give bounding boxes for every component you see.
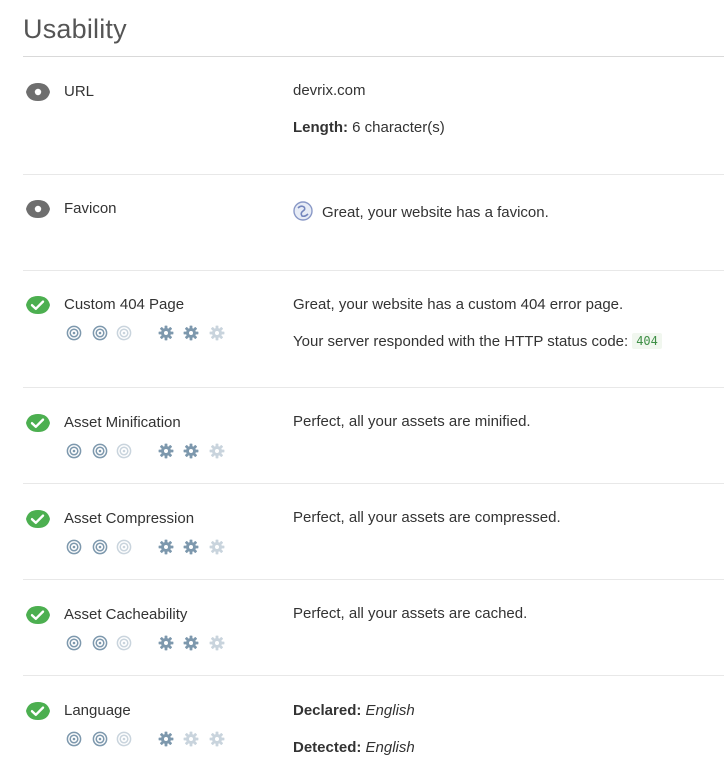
target-icon (66, 635, 82, 651)
language-detected: Detected: English (293, 739, 415, 756)
minification-value: Perfect, all your assets are minified. (293, 413, 531, 430)
row-url: URL devrix.com Length: 6 character(s) (23, 57, 724, 175)
row-label: Favicon (64, 200, 117, 217)
row-label: Asset Minification (64, 414, 181, 431)
cacheability-value: Perfect, all your assets are cached. (293, 605, 527, 622)
row-asset-minification: Asset Minification Perfect, all your ass… (23, 388, 724, 484)
target-icon (66, 443, 82, 459)
target-icon (92, 635, 108, 651)
eye-icon (25, 199, 51, 219)
declared-value: English (365, 702, 415, 719)
favicon-value: Great, your website has a favicon. (293, 201, 549, 221)
target-icon (66, 731, 82, 747)
length-key: Length: (293, 119, 348, 136)
gear-icon (209, 325, 225, 341)
declared-key: Declared: (293, 702, 362, 719)
target-icon (92, 325, 108, 341)
status-text: Your server responded with the HTTP stat… (293, 333, 629, 350)
detected-value: English (365, 739, 415, 756)
target-icon (92, 731, 108, 747)
check-badge-icon (25, 605, 51, 625)
gear-icon (158, 443, 174, 459)
minification-text: Perfect, all your assets are minified. (293, 413, 531, 430)
gear-icon (183, 635, 199, 651)
url-text: devrix.com (293, 82, 366, 99)
target-icon (116, 325, 132, 341)
gear-icon (183, 539, 199, 555)
score-icons (64, 325, 234, 345)
row-asset-cacheability: Asset Cacheability Perfect, all your ass… (23, 580, 724, 676)
url-length: Length: 6 character(s) (293, 119, 445, 136)
score-icons (64, 539, 234, 559)
url-value: devrix.com (293, 82, 366, 99)
target-icon (66, 539, 82, 555)
check-badge-icon (25, 509, 51, 529)
language-declared: Declared: English (293, 702, 415, 719)
target-icon (92, 443, 108, 459)
gear-icon (209, 635, 225, 651)
favicon-text: Great, your website has a favicon. (322, 204, 549, 221)
row-language: Language Declared: English Detected: Eng… (23, 676, 724, 778)
length-value: 6 character(s) (352, 119, 445, 136)
gear-icon (158, 325, 174, 341)
score-icons (64, 443, 234, 463)
row-label: Asset Compression (64, 510, 195, 527)
target-icon (116, 731, 132, 747)
target-icon (116, 443, 132, 459)
gear-icon (209, 731, 225, 747)
target-icon (66, 325, 82, 341)
score-icons (64, 731, 234, 751)
gear-icon (209, 539, 225, 555)
row-favicon: Favicon Great, your website has a favico… (23, 175, 724, 271)
globe-favicon-icon (293, 201, 313, 221)
404-value: Great, your website has a custom 404 err… (293, 296, 623, 313)
eye-icon (25, 82, 51, 102)
usability-section: Usability URL devrix.com Length: 6 chara… (0, 0, 724, 778)
check-badge-icon (25, 701, 51, 721)
check-badge-icon (25, 295, 51, 315)
gear-icon (158, 635, 174, 651)
compression-text: Perfect, all your assets are compressed. (293, 509, 561, 526)
target-icon (116, 635, 132, 651)
compression-value: Perfect, all your assets are compressed. (293, 509, 561, 526)
http-code-badge: 404 (632, 333, 662, 349)
row-asset-compression: Asset Compression Perfect, all your asse… (23, 484, 724, 580)
gear-icon (158, 731, 174, 747)
gear-icon (209, 443, 225, 459)
row-label: Asset Cacheability (64, 606, 188, 623)
row-label: URL (64, 83, 95, 100)
404-status: Your server responded with the HTTP stat… (293, 333, 662, 350)
row-label: Language (64, 702, 131, 719)
cacheability-text: Perfect, all your assets are cached. (293, 605, 528, 622)
gear-icon (183, 731, 199, 747)
row-custom-404-page: Custom 404 Page Great, your website has … (23, 271, 724, 388)
row-label: Custom 404 Page (64, 296, 185, 313)
score-icons (64, 635, 234, 655)
target-icon (116, 539, 132, 555)
gear-icon (158, 539, 174, 555)
target-icon (92, 539, 108, 555)
gear-icon (183, 325, 199, 341)
section-title: Usability (23, 14, 127, 44)
gear-icon (183, 443, 199, 459)
check-badge-icon (25, 413, 51, 433)
detected-key: Detected: (293, 739, 362, 756)
404-text: Great, your website has a custom 404 err… (293, 296, 624, 313)
